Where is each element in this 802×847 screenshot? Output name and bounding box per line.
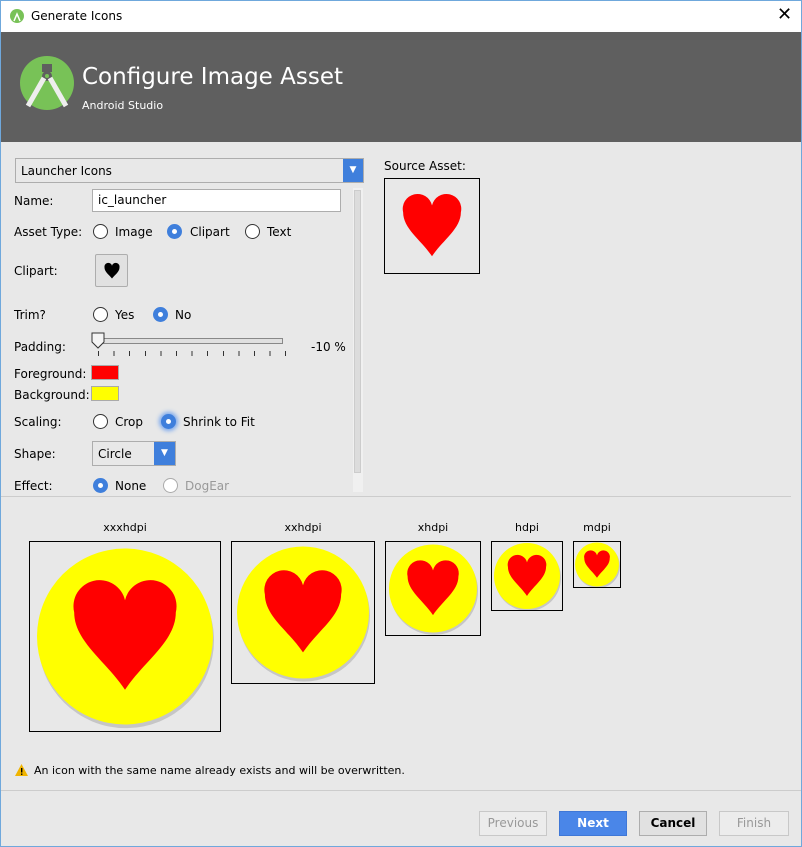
preview-label: mdpi: [583, 521, 611, 534]
trim-no-radio[interactable]: [153, 307, 168, 322]
asset-type-image-label: Image: [115, 225, 153, 239]
foreground-label: Foreground:: [14, 367, 87, 381]
padding-value: -10 %: [311, 340, 346, 354]
trim-no-label: No: [175, 308, 192, 322]
previous-button[interactable]: Previous: [479, 811, 547, 836]
preview-box: [491, 541, 563, 611]
padding-slider-track[interactable]: [98, 338, 283, 344]
page-subtitle: Android Studio: [82, 99, 164, 112]
clipart-button[interactable]: [95, 254, 128, 287]
padding-slider-ticks: [98, 351, 286, 356]
divider: [1, 496, 791, 497]
form-scrollbar[interactable]: [353, 188, 363, 492]
cancel-button[interactable]: Cancel: [639, 811, 707, 836]
chevron-down-icon: ▼: [154, 442, 175, 465]
heart-icon-preview: [237, 546, 370, 682]
trim-yes-label: Yes: [115, 308, 135, 322]
asset-type-image-radio[interactable]: [93, 224, 108, 239]
effect-none-label: None: [115, 479, 147, 493]
foreground-color-swatch[interactable]: [91, 365, 119, 380]
scaling-crop-radio[interactable]: [93, 414, 108, 429]
icon-type-dropdown[interactable]: Launcher Icons ▼: [15, 158, 364, 183]
scaling-shrink-label: Shrink to Fit: [183, 415, 255, 429]
asset-type-text-label: Text: [267, 225, 292, 239]
source-asset-label: Source Asset:: [384, 159, 466, 173]
preview-box: [29, 541, 221, 732]
window-title: Generate Icons: [31, 9, 123, 23]
source-asset-preview: [384, 178, 480, 274]
header-banner: Configure Image Asset Android Studio: [1, 32, 801, 142]
android-studio-logo: [20, 56, 74, 110]
clipart-label: Clipart:: [14, 264, 58, 278]
scaling-shrink-radio[interactable]: [161, 414, 176, 429]
title-bar: Generate Icons ✕: [1, 1, 801, 32]
background-color-swatch[interactable]: [91, 386, 119, 401]
preview-label: hdpi: [515, 521, 539, 534]
chevron-down-icon: ▼: [343, 159, 363, 182]
shape-label: Shape:: [14, 447, 56, 461]
finish-button[interactable]: Finish: [719, 811, 789, 836]
preview-box: [385, 541, 481, 636]
asset-type-clipart-radio[interactable]: [167, 224, 182, 239]
effect-dogear-radio: [163, 478, 178, 493]
asset-type-clipart-label: Clipart: [190, 225, 230, 239]
effect-label: Effect:: [14, 479, 53, 493]
warning-icon: [15, 764, 28, 776]
asset-type-text-radio[interactable]: [245, 224, 260, 239]
scrollbar-thumb[interactable]: [354, 190, 361, 473]
padding-slider-thumb[interactable]: [91, 332, 105, 349]
name-label: Name:: [14, 194, 54, 208]
close-icon[interactable]: ✕: [777, 4, 792, 25]
effect-dogear-label: DogEar: [185, 479, 230, 493]
shape-dropdown[interactable]: Circle ▼: [92, 441, 176, 466]
preview-label: xxhdpi: [284, 521, 322, 534]
heart-icon-preview: [494, 543, 561, 610]
shape-value: Circle: [98, 447, 132, 461]
trim-label: Trim?: [14, 308, 46, 322]
scaling-crop-label: Crop: [115, 415, 144, 429]
asset-type-label: Asset Type:: [14, 225, 83, 239]
padding-label: Padding:: [14, 340, 66, 354]
icon-type-value: Launcher Icons: [21, 164, 112, 178]
heart-icon: [104, 262, 120, 279]
background-label: Background:: [14, 388, 90, 402]
page-title: Configure Image Asset: [82, 64, 343, 90]
preview-label: xxxhdpi: [103, 521, 147, 534]
preview-box: [231, 541, 375, 684]
preview-label: xhdpi: [417, 521, 449, 534]
next-button[interactable]: Next: [559, 811, 627, 836]
trim-yes-radio[interactable]: [93, 307, 108, 322]
heart-icon-preview: [575, 542, 620, 587]
preview-box: [573, 541, 621, 588]
name-input[interactable]: ic_launcher: [92, 189, 341, 212]
scaling-label: Scaling:: [14, 415, 62, 429]
heart-icon-preview: [37, 548, 214, 729]
heart-icon: [402, 193, 462, 257]
warning-message: An icon with the same name already exist…: [34, 764, 405, 777]
heart-icon-preview: [389, 544, 478, 635]
effect-none-radio[interactable]: [93, 478, 108, 493]
android-studio-icon: [10, 9, 24, 23]
divider: [1, 790, 801, 791]
